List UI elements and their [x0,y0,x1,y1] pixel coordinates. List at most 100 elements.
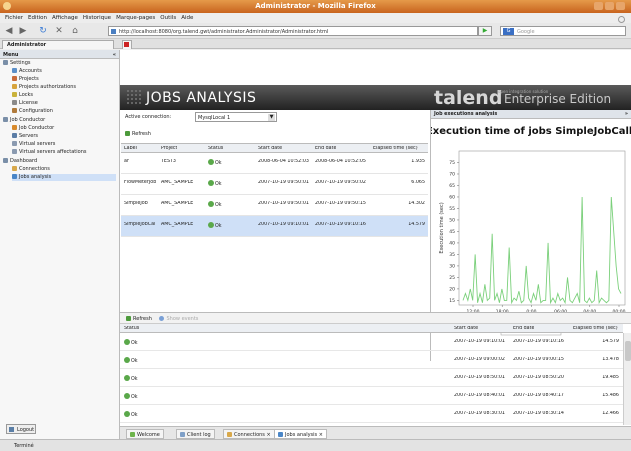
table-row[interactable]: SimpleJob AMC_SAMPLE Ok 2007-10-19 09:50:01… [121,195,428,216]
column-header-status[interactable]: Status [208,146,223,151]
back-icon[interactable]: ◀ [4,26,14,36]
close-icon[interactable] [616,2,625,10]
cell-text: Ok [215,182,222,187]
cell-text: Ok [215,203,222,208]
logout-button[interactable]: Logout [6,424,36,434]
menu-history[interactable]: Historique [83,15,111,21]
cell-text: TEST3 [161,159,176,164]
cell-project: AMC_SAMPLE [161,201,193,206]
accounts-icon [12,68,17,73]
column-header-end-date[interactable]: End date [513,326,534,331]
sidebar-header-label: Menu [3,52,19,58]
menu-tools[interactable]: Outils [160,15,176,21]
cell-text: 15.486 [602,393,619,398]
connection-label: Active connection: [125,114,172,120]
sidebar-item-projects[interactable]: Projects [12,76,39,83]
cell-text: 2007-10-19 09:10:01 [258,222,309,227]
forward-icon[interactable]: ▶ [18,26,28,36]
menu-bookmarks[interactable]: Marque-pages [116,15,155,21]
history-grid-header: Status Start date End date Elapsed time … [120,324,623,333]
table-row[interactable]: Ok 2007-10-19 09:10:01 2007-10-19 09:10:16… [120,333,623,351]
go-button[interactable]: ▶ [478,26,492,36]
sidebar-item-configuration[interactable]: Configuration [12,108,53,115]
refresh-button[interactable]: Refresh [125,131,151,137]
cell-text: AMC_SAMPLE [161,180,194,185]
sidebar-header-tab: Administrator [2,40,114,49]
cell-status: Ok [208,180,222,187]
sidebar-item-accounts[interactable]: Accounts [12,68,42,75]
cell-text: 2008-06-04 10:52:03 [258,159,309,164]
collapse-chart-icon[interactable]: » [625,112,628,117]
cell-text: 2007-10-19 09:00:02 [454,357,505,362]
admin-tab-icon[interactable] [122,40,132,49]
job-conductor-icon [3,117,8,122]
cell-label: SimpleJob [124,201,148,206]
connection-select[interactable]: MysqlLocal 1 ▼ [195,112,277,122]
maximize-icon[interactable] [605,2,614,10]
y-tick-label: 30 [449,263,455,269]
column-header-status[interactable]: Status [124,326,139,331]
column-header-elapsed[interactable]: Elapsed time (sec) [573,326,618,331]
history-scrollbar[interactable] [623,333,631,425]
menu-view[interactable]: Affichage [52,15,78,21]
table-row[interactable]: Ok 2007-10-19 08:30:01 2007-10-19 08:30:14… [120,405,623,423]
cell-elapsed: 13.478 [573,357,619,362]
scrollbar-thumb[interactable] [625,341,631,361]
history-grid: Status Start date End date Elapsed time … [120,324,623,423]
column-header-project[interactable]: Project [161,146,177,151]
table-row[interactable]: FlowMeterJob AMC_SAMPLE Ok 2007-10-19 09:50… [121,174,428,195]
sidebar-item-jobs-analysis[interactable]: Jobs analysis [12,174,116,181]
search-placeholder: Google [517,29,535,35]
table-row[interactable]: Ok 2007-10-19 08:40:01 2007-10-19 08:40:17… [120,387,623,405]
ok-status-icon [208,222,214,228]
logout-label: Logout [17,427,35,433]
column-header-start-date[interactable]: Start date [454,326,478,331]
menu-edit[interactable]: Edition [28,15,47,21]
y-tick-label: 40 [449,240,455,246]
tab-connections[interactable]: Connections × [223,429,275,439]
minimize-icon[interactable] [594,2,603,10]
cell-start: 2007-10-19 08:50:01 [454,375,505,380]
reload-icon[interactable]: ↻ [38,26,48,36]
plot-area [458,150,626,306]
collapse-icon[interactable]: « [113,52,116,58]
search-input[interactable]: G Google [500,26,626,36]
column-header-label[interactable]: Label [124,146,137,151]
cell-text: AMC_SAMPLE [161,222,194,227]
sidebar-item-settings[interactable]: Settings [3,60,31,67]
menu-help[interactable]: Aide [181,15,193,21]
stop-icon[interactable]: ✕ [54,26,64,36]
menu-file[interactable]: Fichier [5,15,23,21]
table-row[interactable]: Ok 2007-10-19 08:50:01 2007-10-19 08:50:20… [120,369,623,387]
table-row[interactable]: Ok 2007-10-19 09:00:02 2007-10-19 09:00:15… [120,351,623,369]
logout-icon [9,427,14,432]
sidebar-item-dashboard[interactable]: Dashboard [3,158,37,165]
column-header-end-date[interactable]: End date [315,146,336,151]
sidebar-item-job-conductor-group[interactable]: Job Conductor [3,117,45,124]
sidebar-item-license[interactable]: License [12,100,38,107]
sidebar-item-virtual-servers-affectations[interactable]: Virtual servers affectations [12,149,87,156]
sidebar-item-connections[interactable]: Connections [12,166,50,173]
tab-client-log[interactable]: Client log [176,429,215,439]
tab-welcome[interactable]: Welcome [126,429,164,439]
table-row[interactable]: ar TEST3 Ok 2008-06-04 10:52:03 2008-06-04 1… [121,153,428,174]
column-header-elapsed[interactable]: Elapsed time (sec) [373,146,418,151]
cell-elapsed: 14.302 [399,201,425,206]
sidebar-item-job-conductor[interactable]: Job Conductor [12,125,54,132]
url-bar[interactable]: http://localhost:8080/org.talend.gwt/adm… [108,26,478,36]
sidebar-item-servers[interactable]: Servers [12,133,38,140]
sidebar-item-projects-authorizations[interactable]: Projects authorizations [12,84,76,91]
home-icon[interactable]: ⌂ [70,26,80,36]
history-refresh-button[interactable]: Refresh [126,316,152,322]
sidebar-item-locks[interactable]: Locks [12,92,33,99]
status-text: Terminé [14,443,34,449]
job-icon [12,125,17,130]
tab-jobs-analysis[interactable]: Jobs analysis × [274,429,327,439]
column-header-start-date[interactable]: Start date [258,146,282,151]
chevron-down-icon[interactable]: ▼ [268,114,275,121]
table-row[interactable]: SimpleJobCal AMC_SAMPLE Ok 2007-10-19 09:10… [121,216,428,237]
show-events-button[interactable]: Show events [159,316,198,322]
sidebar-item-virtual-servers[interactable]: Virtual servers [12,141,55,148]
license-icon [12,100,17,105]
ok-status-icon [124,411,130,417]
